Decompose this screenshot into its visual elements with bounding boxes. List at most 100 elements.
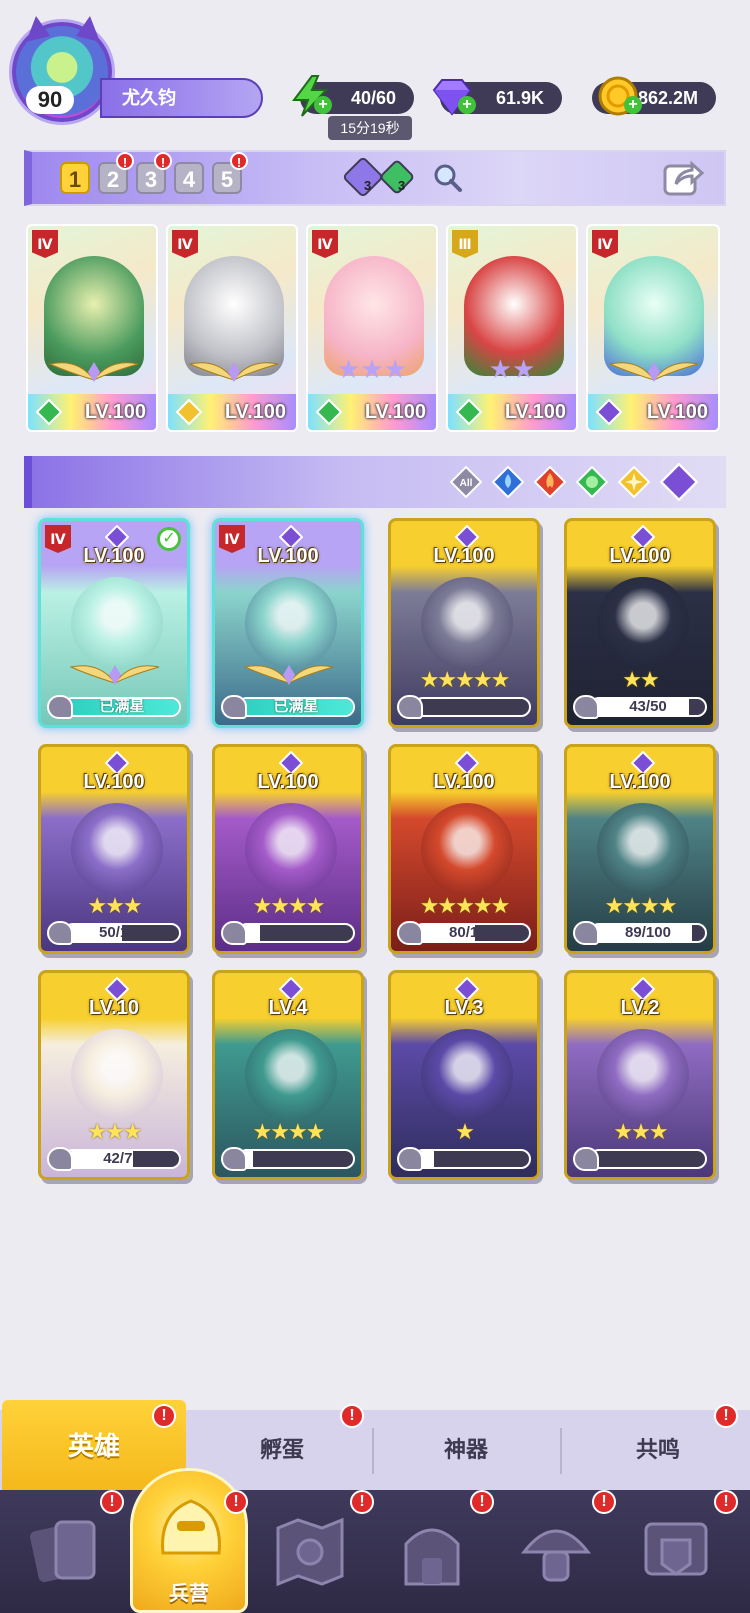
hero-card[interactable]: LV.2 ★★★ 3/100 <box>564 970 716 1180</box>
rank-badge: Ⅲ <box>452 230 478 258</box>
mushroom-nav-icon[interactable] <box>516 1510 596 1590</box>
shard-progress-text: 已满星 <box>273 698 319 715</box>
team-tab-1[interactable]: 1 <box>60 162 90 194</box>
resonance-tab-alert-badge: ! <box>714 1404 738 1428</box>
hero-card[interactable]: LV.100 ★★★★★ 80/150 <box>388 744 540 954</box>
add-gems-icon[interactable]: + <box>458 96 476 114</box>
team-2-alert-badge: ! <box>116 152 134 170</box>
hero-card[interactable]: LV.100 ★★★★ 18/100 <box>212 744 364 954</box>
wings-icon <box>608 362 699 382</box>
add-energy-icon[interactable]: + <box>314 96 332 114</box>
shard-progress-text: 8/150 <box>453 698 491 715</box>
dark-element-chip[interactable] <box>341 155 385 199</box>
shard-progress-text: 89/100 <box>625 924 671 941</box>
team-hero-card[interactable]: Ⅲ ★★ LV.100 <box>446 224 578 432</box>
hero-card[interactable]: Ⅳ ✓ LV.100 已满星 <box>38 518 190 728</box>
hero-level: LV.100 <box>609 545 671 567</box>
hero-card[interactable]: LV.3 ★ 5/30 <box>388 970 540 1180</box>
dark-element-count: 3 <box>364 178 372 193</box>
gems-value: 61.9K <box>495 88 544 108</box>
shard-progress-text: 5/30 <box>457 1150 487 1167</box>
hero-card[interactable]: LV.100 ★★★ 50/100 <box>38 744 190 954</box>
nature-element-chip[interactable] <box>378 158 416 196</box>
hero-card[interactable]: LV.10 ★★★ 42/70 <box>38 970 190 1180</box>
filter-light-button[interactable] <box>618 466 650 498</box>
banner-nav-alert-badge: ! <box>714 1490 738 1514</box>
mushroom-nav-alert-badge: ! <box>592 1490 616 1514</box>
rank-badge: Ⅳ <box>312 230 338 258</box>
add-coins-icon[interactable]: + <box>624 96 642 114</box>
share-icon[interactable] <box>662 158 704 198</box>
hero-level: LV.100 <box>257 545 319 567</box>
shard-icon <box>397 921 423 945</box>
hero-card[interactable]: LV.100 ★★★★ 89/100 <box>564 744 716 954</box>
team-3-alert-badge: ! <box>154 152 172 170</box>
banner-nav-icon[interactable] <box>636 1510 716 1590</box>
barracks-nav-alert-badge: ! <box>224 1490 248 1514</box>
hero-level: LV.10 <box>88 997 140 1019</box>
filter-dark-button[interactable] <box>660 463 698 501</box>
team-hero-card[interactable]: Ⅳ LV.100 <box>166 224 298 432</box>
team-hero-card[interactable]: Ⅳ LV.100 <box>26 224 158 432</box>
tab-artifacts[interactable]: 神器 <box>374 1410 558 1490</box>
shard-icon <box>397 695 423 719</box>
hero-portrait <box>597 1029 689 1121</box>
team-tab-4[interactable]: 4 <box>174 162 204 194</box>
star-row: ★★ <box>488 354 536 384</box>
element-filter-bar: All <box>24 456 726 508</box>
nature-element-icon <box>316 399 342 425</box>
search-icon[interactable] <box>432 162 464 194</box>
castle-nav-alert-badge: ! <box>470 1490 494 1514</box>
team-hero-card[interactable]: Ⅳ ★★★ LV.100 <box>306 224 438 432</box>
hero-card[interactable]: Ⅳ LV.100 已满星 <box>212 518 364 728</box>
hero-card[interactable]: LV.100 ★★★★★ 8/150 <box>388 518 540 728</box>
hero-level: LV.100 <box>433 771 495 793</box>
shard-icon <box>47 921 73 945</box>
map-nav-icon[interactable] <box>270 1510 350 1590</box>
shard-progress-bar: 12/100 <box>237 1149 355 1169</box>
filter-water-button[interactable] <box>492 466 524 498</box>
hero-portrait <box>421 1029 513 1121</box>
light-element-icon <box>176 399 202 425</box>
shard-progress-text: 12/100 <box>273 1150 319 1167</box>
shard-icon <box>47 695 73 719</box>
shard-progress-bar: 43/50 <box>589 697 707 717</box>
hero-portrait <box>597 803 689 895</box>
star-rating: ★★★ <box>613 1119 668 1144</box>
map-nav-alert-badge: ! <box>350 1490 374 1514</box>
hero-level: LV.3 <box>444 997 484 1019</box>
team-5-alert-badge: ! <box>230 152 248 170</box>
filter-nature-button[interactable] <box>576 466 608 498</box>
hero-level: LV.100 <box>609 771 671 793</box>
player-name[interactable]: 尤久钧 <box>100 78 263 118</box>
shard-progress-bar: 3/100 <box>589 1149 707 1169</box>
hero-level: LV.100 <box>83 771 145 793</box>
shard-icon <box>221 695 247 719</box>
shard-progress-bar: 已满星 <box>237 697 355 717</box>
cards-nav-icon[interactable] <box>26 1510 106 1590</box>
heroes-tab-alert-badge: ! <box>152 1404 176 1428</box>
shard-progress-bar: 42/70 <box>63 1149 181 1169</box>
team-hero-card[interactable]: Ⅳ LV.100 <box>586 224 720 432</box>
hero-level: LV.2 <box>620 997 660 1019</box>
star-rating: ★★★★ <box>604 893 678 918</box>
cards-nav-alert-badge: ! <box>100 1490 124 1514</box>
hero-portrait <box>71 1029 163 1121</box>
shard-progress-bar: 89/100 <box>589 923 707 943</box>
shard-icon <box>221 921 247 945</box>
filter-fire-button[interactable] <box>534 466 566 498</box>
hero-portrait <box>245 1029 337 1121</box>
nature-element-count: 3 <box>398 178 406 193</box>
wings-icon <box>188 362 279 382</box>
shard-progress-text: 42/70 <box>103 1150 141 1167</box>
hero-card[interactable]: LV.4 ★★★★ 12/100 <box>212 970 364 1180</box>
hero-level: LV.100 <box>433 545 495 567</box>
hero-card[interactable]: LV.100 ★★ 43/50 <box>564 518 716 728</box>
helmet-icon <box>161 1499 221 1555</box>
shard-icon <box>573 695 599 719</box>
filter-all-button[interactable]: All <box>450 466 482 498</box>
castle-nav-icon[interactable] <box>392 1510 472 1590</box>
hero-level: LV.100 <box>83 545 145 567</box>
top-status-bar: 90 尤久钧 40/60 + 15分19秒 61.9K + 862.2M + <box>0 0 750 140</box>
shard-progress-bar: 80/150 <box>413 923 531 943</box>
